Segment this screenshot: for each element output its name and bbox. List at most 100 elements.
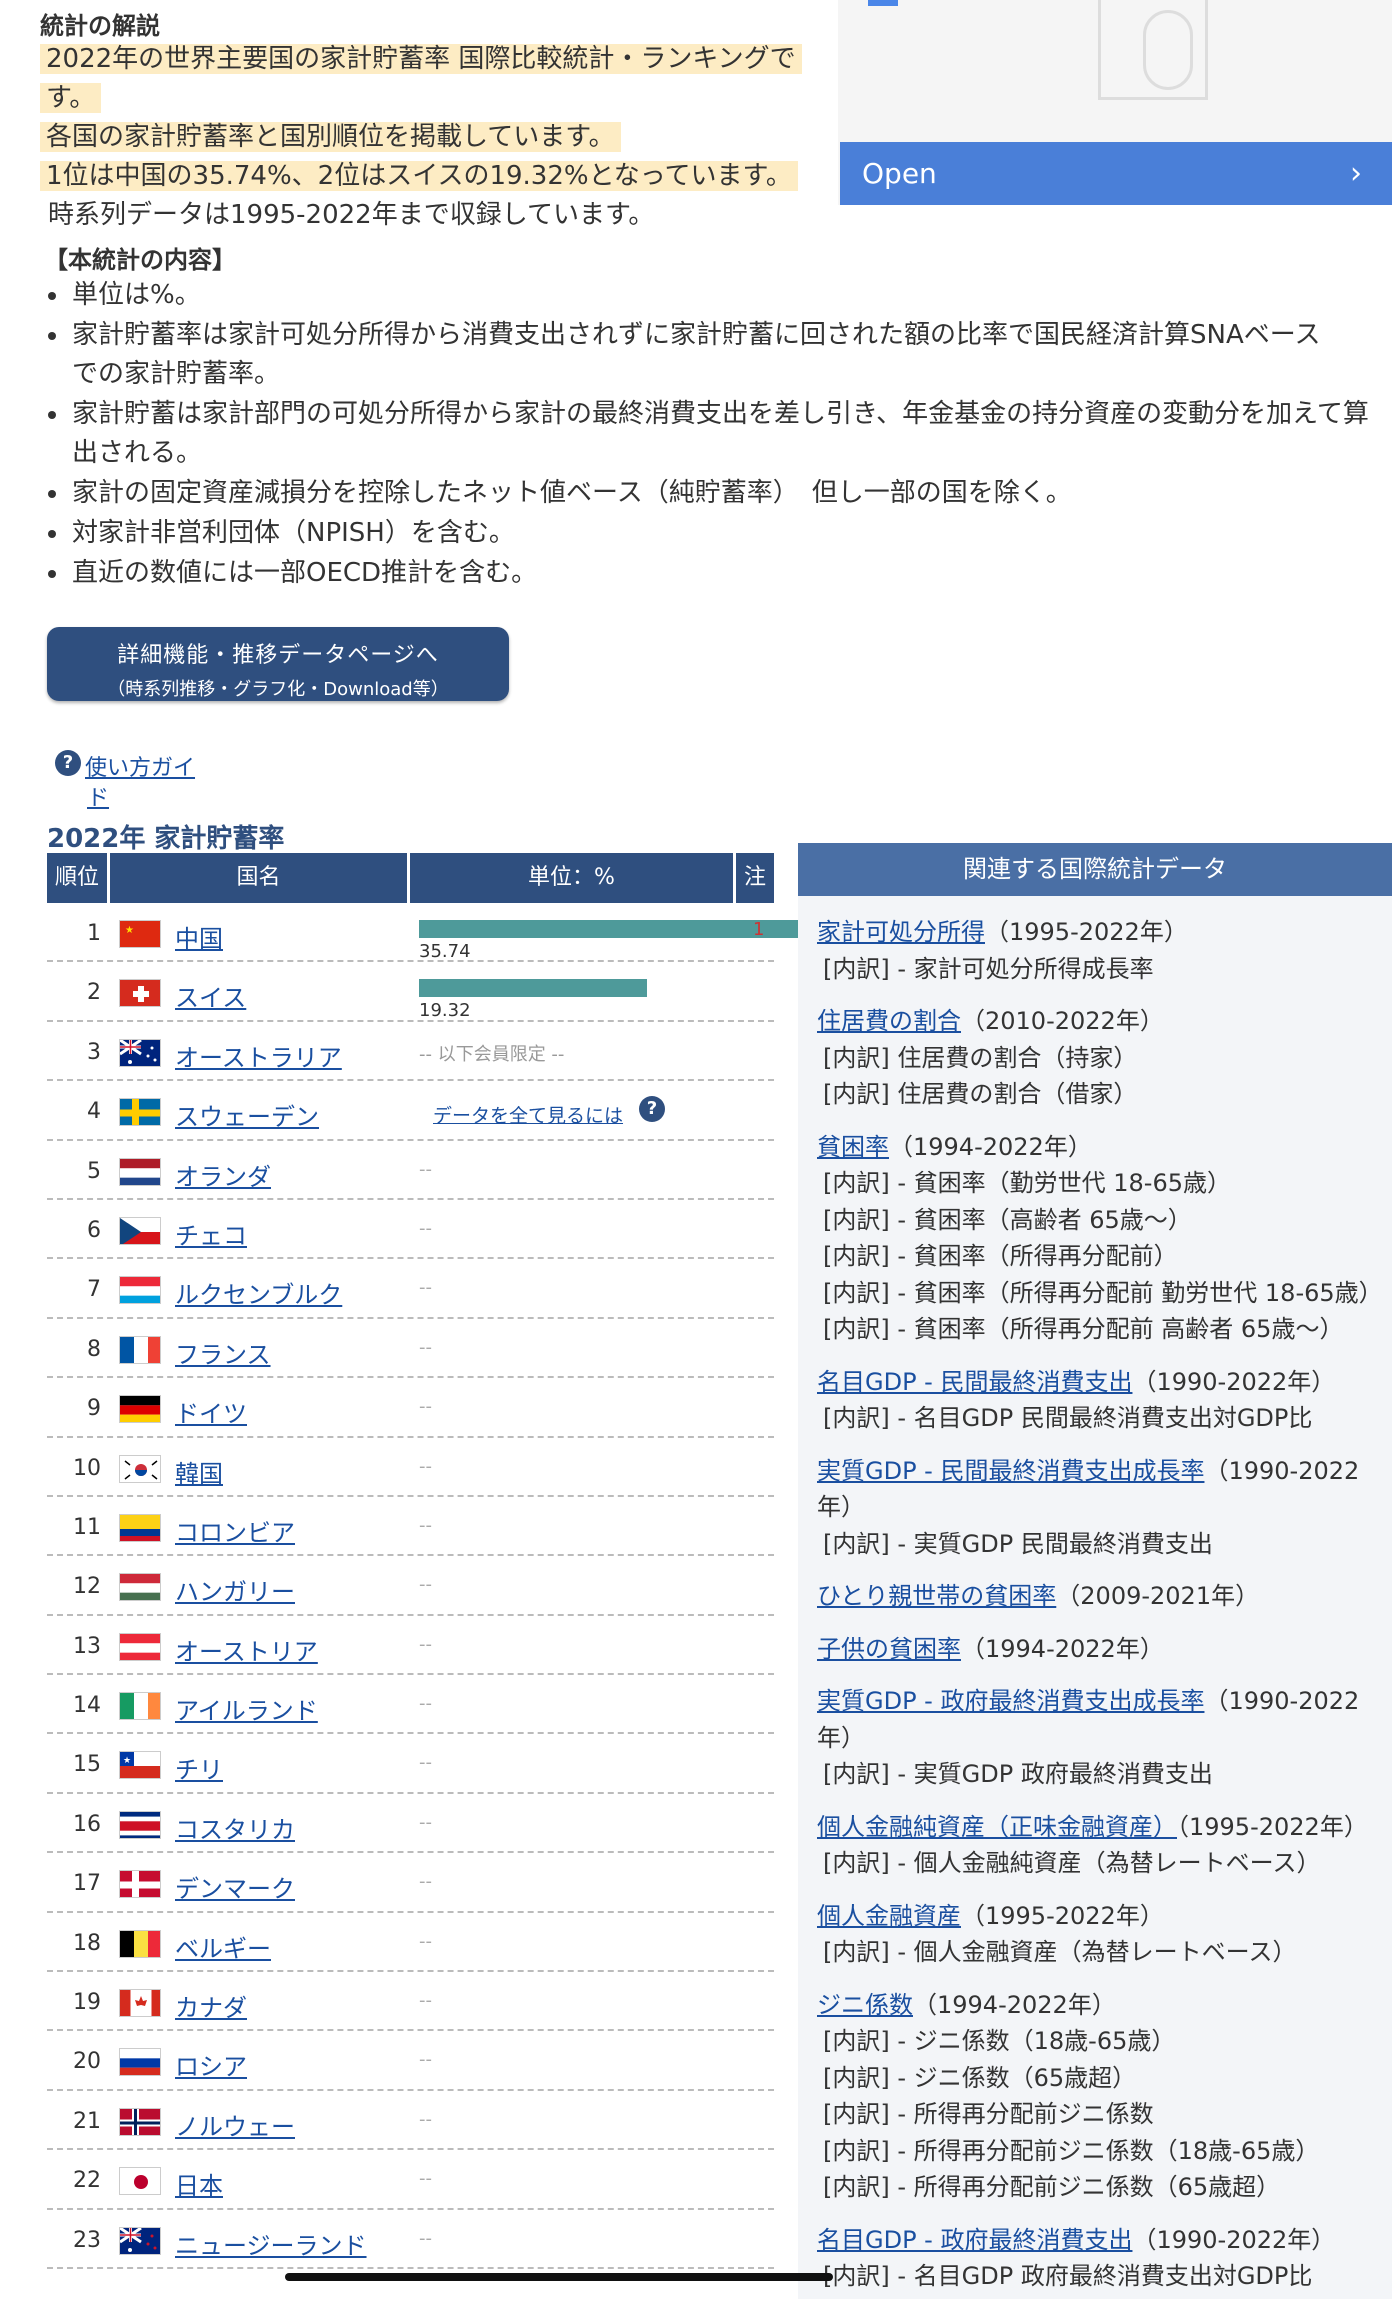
nz-flag-icon [119,2226,161,2255]
au-flag-icon [119,1038,161,1067]
description-line: 各国の家計貯蓄率と国別順位を掲載しています。 [40,122,621,152]
related-stat-breakdown[interactable]: [内訳] - 貧困率（所得再分配前） [817,1238,1382,1275]
related-stat-breakdown[interactable]: [内訳] 住居費の割合（持家） [817,1040,1382,1077]
related-stat-item: 住居費の割合（2010-2022年） [内訳] 住居費の割合（持家） [内訳] 住居… [817,1003,1382,1113]
related-stat-breakdown[interactable]: [内訳] - 所得再分配前ジニ係数（18歳-65歳） [817,2133,1382,2170]
related-stat-link[interactable]: 住居費の割合 [817,1007,961,1035]
related-stat-breakdown[interactable]: [内訳] - 名目GDP 政府最終消費支出対GDP比 [817,2258,1382,2295]
country-link[interactable]: オーストラリア [175,1038,342,1073]
hidden-value: -- [419,2168,432,2190]
related-stat-link[interactable]: 個人金融純資産（正味金融資産） [817,1813,1177,1841]
hidden-value: -- [419,1277,432,1299]
detail-button-label: 詳細機能・推移データページへ [117,643,439,668]
related-stat-link[interactable]: 名目GDP - 民間最終消費支出 [817,1368,1132,1396]
related-stat-breakdown[interactable]: [内訳] - 貧困率（所得再分配前 高齢者 65歳～） [817,1311,1382,1348]
country-link[interactable]: ノルウェー [175,2107,295,2142]
country-link[interactable]: ニュージーランド [175,2226,367,2261]
scrollbar[interactable] [285,2273,833,2281]
related-stat-link[interactable]: 子供の貧困率 [817,1635,961,1663]
related-stat-breakdown[interactable]: [内訳] 住居費の割合（借家） [817,1076,1382,1113]
related-stat-breakdown[interactable]: [内訳] - 名目GDP 民間最終消費支出対GDP比 [817,1400,1382,1437]
table-title: 2022年 家計貯蓄率 [47,824,285,854]
country-link[interactable]: チリ [175,1750,223,1785]
detail-page-button[interactable]: 詳細機能・推移データページへ （時系列推移・グラフ化・Download等） [47,627,509,701]
related-stat-breakdown[interactable]: [内訳] - 所得再分配前ジニ係数（65歳超） [817,2169,1382,2206]
related-stat-breakdown[interactable]: [内訳] - 個人金融純資産（為替レートベース） [817,1845,1382,1882]
ad-banner[interactable]: Open › [838,0,1392,205]
hu-flag-icon [119,1573,161,1602]
country-link[interactable]: オランダ [175,1157,271,1192]
note-link[interactable]: 1 [753,919,764,940]
country-link[interactable]: アイルランド [175,1691,318,1726]
related-stat-period: （1994-2022年） [961,1634,1164,1663]
hidden-value: -- [419,1336,432,1358]
related-stat-breakdown[interactable]: [内訳] - 貧困率（高齢者 65歳～） [817,1202,1382,1239]
related-stat-link[interactable]: 家計可処分所得 [817,918,985,946]
ad-logo-ring-icon [1143,10,1193,90]
header-unit: 単位：% [410,853,736,903]
dk-flag-icon [119,1870,161,1899]
country-link[interactable]: ドイツ [175,1394,247,1429]
hidden-value: -- [419,1811,432,1833]
ca-flag-icon [119,1989,161,2018]
table-row: 4 スウェーデン データを全て見るには ? [47,1081,774,1141]
header-country: 国名 [110,853,410,903]
rank-cell: 17 [73,1871,101,1897]
related-stat-breakdown[interactable]: [内訳] - 個人金融資産（為替レートベース） [817,1934,1382,1971]
related-stat-breakdown[interactable]: [内訳] - 貧困率（勤労世代 18-65歳） [817,1165,1382,1202]
hidden-value: -- [419,1990,432,2012]
ie-flag-icon [119,1692,161,1721]
value-label: 35.74 [419,941,471,962]
country-link[interactable]: ロシア [175,2047,247,2082]
related-stat-link[interactable]: 個人金融資産 [817,1902,961,1930]
related-stat-breakdown[interactable]: [内訳] - ジニ係数（65歳超） [817,2060,1382,2097]
hidden-value: -- [419,1752,432,1774]
country-link[interactable]: 日本 [175,2166,223,2201]
table-row: 7 ルクセンブルク -- [47,1259,774,1319]
related-stat-link[interactable]: 実質GDP - 民間最終消費支出成長率 [817,1457,1204,1485]
rank-cell: 19 [73,1990,101,2016]
related-stat-breakdown[interactable]: [内訳] - 所得再分配前ジニ係数 [817,2096,1382,2133]
related-stat-period: （2010-2022年） [961,1007,1164,1035]
see-all-data-link[interactable]: データを全て見るには [433,1101,623,1128]
table-row: 18 ベルギー -- [47,1913,774,1973]
hidden-value: -- [419,1574,432,1596]
related-stat-breakdown[interactable]: [内訳] - 実質GDP 民間最終消費支出 [817,1526,1382,1563]
related-stat-link[interactable]: 実質GDP - 政府最終消費支出成長率 [817,1687,1204,1715]
related-stat-link[interactable]: ひとり親世帯の貧困率 [817,1582,1056,1610]
related-stat-breakdown[interactable]: [内訳] - 貧困率（所得再分配前 勤労世代 18-65歳） [817,1275,1383,1312]
country-link[interactable]: 韓国 [175,1454,223,1489]
country-link[interactable]: ベルギー [175,1929,271,1964]
usage-guide-link[interactable]: ? 使い方ガイ ド [55,750,195,811]
related-stat-breakdown[interactable]: [内訳] - ジニ係数（18歳-65歳） [817,2023,1382,2060]
de-flag-icon [119,1395,161,1424]
co-flag-icon [119,1513,161,1542]
country-link[interactable]: ハンガリー [175,1572,295,1607]
description-line: 時系列データは1995-2022年まで収録しています。 [48,200,655,230]
country-link[interactable]: コスタリカ [175,1810,295,1845]
related-stat-item: 貧困率（1994-2022年） [内訳] - 貧困率（勤労世代 18-65歳） [内… [817,1129,1383,1348]
table-row: 5 オランダ -- [47,1141,774,1200]
related-stat-breakdown[interactable]: [内訳] - 実質GDP 政府最終消費支出 [817,1756,1382,1793]
country-link[interactable]: 中国 [175,919,223,954]
svg-text:★: ★ [123,1756,131,1766]
country-link[interactable]: デンマーク [175,1869,295,1904]
related-stat-link[interactable]: ジニ係数 [817,1991,913,2019]
country-link[interactable]: オーストリア [175,1632,318,1667]
country-link[interactable]: ルクセンブルク [175,1275,342,1310]
country-link[interactable]: スイス [175,978,246,1013]
country-link[interactable]: コロンビア [175,1513,295,1548]
related-stat-period: （1990-2022年） [1132,1367,1336,1396]
related-stat-breakdown[interactable]: [内訳] - 家計可処分所得成長率 [817,951,1382,988]
country-link[interactable]: カナダ [175,1988,247,2023]
cz-flag-icon [119,1216,161,1245]
related-stat-link[interactable]: 貧困率 [817,1133,889,1161]
country-link[interactable]: チェコ [175,1216,247,1251]
related-stat-link[interactable]: 名目GDP - 政府最終消費支出 [817,2226,1132,2254]
related-stat-item: 名目GDP - 政府最終消費支出（1990-2022年） [内訳] - 名目GDP… [817,2222,1382,2295]
country-link[interactable]: スウェーデン [175,1097,319,1132]
rank-cell: 18 [73,1930,101,1956]
help-icon[interactable]: ? [639,1096,665,1123]
ad-open-button[interactable]: Open › [840,142,1392,205]
country-link[interactable]: フランス [175,1335,271,1370]
